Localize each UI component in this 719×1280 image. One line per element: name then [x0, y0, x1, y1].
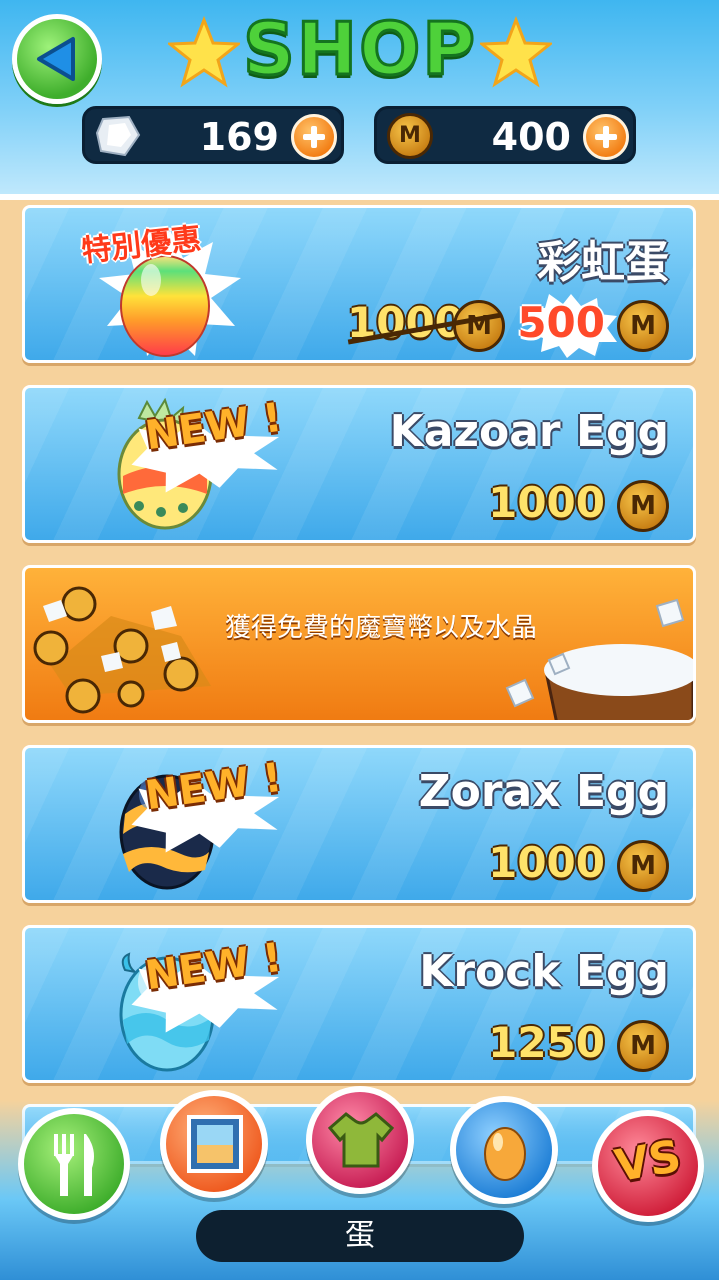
shop-header: SHOP 169 M 400	[0, 0, 719, 200]
fork-knife-icon	[54, 1134, 94, 1196]
item-price: 1250	[488, 1018, 605, 1067]
free-currency-banner[interactable]: 獲得免費的魔寶幣以及水晶	[22, 565, 696, 723]
nav-eggs-button[interactable]	[450, 1096, 558, 1204]
star-icon	[168, 16, 240, 88]
gem-count: 169	[199, 115, 279, 159]
page-title: SHOP	[241, 6, 478, 93]
crystal-chest-icon	[505, 598, 693, 720]
gem-balance: 169	[82, 106, 344, 164]
star-icon	[480, 16, 552, 88]
nav-decor-button[interactable]	[160, 1090, 268, 1198]
m-coin-icon: M	[453, 300, 505, 352]
item-name: Krock Egg	[419, 946, 669, 997]
item-price: 1000	[488, 478, 605, 527]
item-price: 1000	[488, 838, 605, 887]
nav-battle-button[interactable]: VS	[592, 1110, 704, 1222]
back-button[interactable]	[12, 14, 102, 104]
vs-icon: VS	[611, 1130, 685, 1193]
sale-price: 500	[517, 298, 605, 347]
shop-item-zorax-egg[interactable]: NEW ! Zorax Egg 1000 M	[22, 745, 696, 903]
m-coin-icon: M	[387, 113, 433, 159]
m-coin-icon: M	[617, 840, 669, 892]
coins-pile-icon	[33, 586, 211, 714]
nav-food-button[interactable]	[18, 1108, 130, 1220]
shirt-icon	[328, 1112, 394, 1168]
nav-outfit-button[interactable]	[306, 1086, 414, 1194]
m-coin-icon: M	[617, 1020, 669, 1072]
back-arrow-icon	[37, 37, 75, 81]
coin-count: 400	[491, 115, 571, 159]
current-section-label: 蛋	[196, 1210, 524, 1262]
frame-icon	[187, 1115, 243, 1173]
egg-icon	[484, 1127, 526, 1181]
add-gems-button[interactable]	[291, 114, 337, 160]
item-name: Kazoar Egg	[389, 406, 669, 457]
shop-item-rainbow-egg[interactable]: 特別優惠 彩虹蛋 1000 M 500 M	[22, 205, 696, 363]
shop-item-krock-egg[interactable]: NEW ! Krock Egg 1250 M	[22, 925, 696, 1083]
item-name: Zorax Egg	[418, 766, 669, 817]
shop-item-kazoar-egg[interactable]: NEW ! Kazoar Egg 1000 M	[22, 385, 696, 543]
m-coin-icon: M	[617, 300, 669, 352]
add-coins-button[interactable]	[583, 114, 629, 160]
crystal-icon	[95, 115, 141, 157]
m-coin-icon: M	[617, 480, 669, 532]
item-name: 彩虹蛋	[537, 237, 669, 288]
coin-balance: M 400	[374, 106, 636, 164]
